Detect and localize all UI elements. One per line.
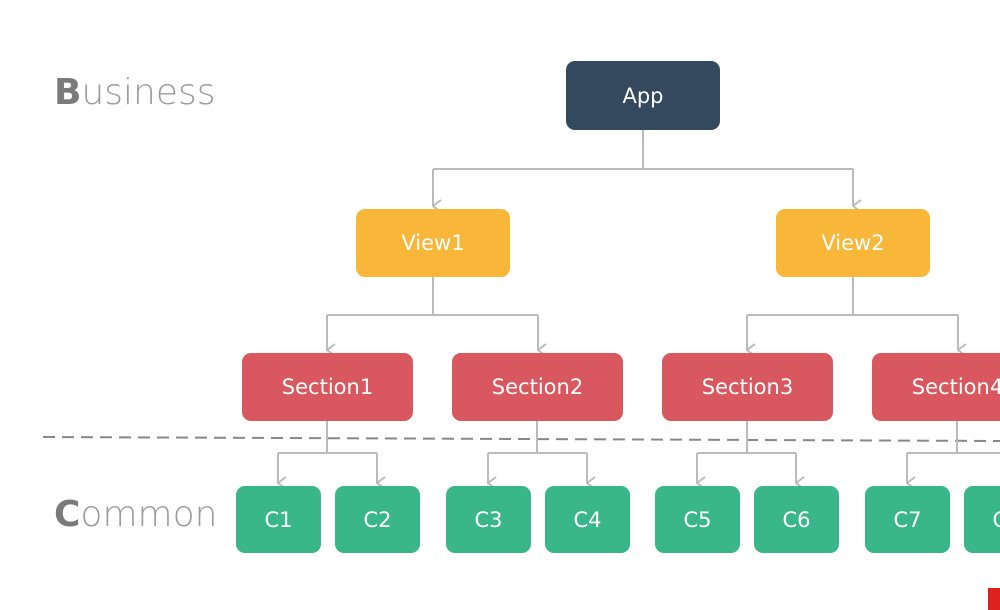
node-c5[interactable]: C5: [655, 486, 740, 553]
watermark-logo-icon: [988, 588, 1000, 610]
layer-label-business: Business: [54, 72, 216, 113]
node-c3[interactable]: C3: [446, 486, 531, 553]
layer-divider: [42, 436, 1000, 442]
connector-line: [747, 277, 958, 316]
node-section4[interactable]: Section4: [872, 353, 1000, 421]
node-section1[interactable]: Section1: [242, 353, 413, 421]
layer-rest: ommon: [80, 494, 218, 535]
layer-initial: B: [54, 72, 82, 113]
node-section2[interactable]: Section2: [452, 353, 623, 421]
node-view2[interactable]: View2: [776, 209, 930, 277]
node-c7[interactable]: C7: [865, 486, 950, 553]
connector-line: [327, 277, 538, 316]
layer-label-common: Common: [54, 494, 217, 535]
node-c4[interactable]: C4: [545, 486, 630, 553]
node-c2[interactable]: C2: [335, 486, 420, 553]
layer-rest: usiness: [81, 72, 216, 113]
node-section3[interactable]: Section3: [662, 353, 833, 421]
connector-line: [697, 421, 796, 454]
connector-line: [278, 421, 377, 454]
node-c6[interactable]: C6: [754, 486, 839, 553]
node-c1[interactable]: C1: [236, 486, 321, 553]
node-app[interactable]: App: [566, 61, 720, 130]
connector-line: [907, 421, 1000, 454]
connector-line: [488, 421, 587, 454]
node-view1[interactable]: View1: [356, 209, 510, 277]
layer-initial: C: [54, 494, 81, 535]
connector-line: [433, 130, 853, 170]
node-c8[interactable]: C8: [964, 486, 1000, 553]
